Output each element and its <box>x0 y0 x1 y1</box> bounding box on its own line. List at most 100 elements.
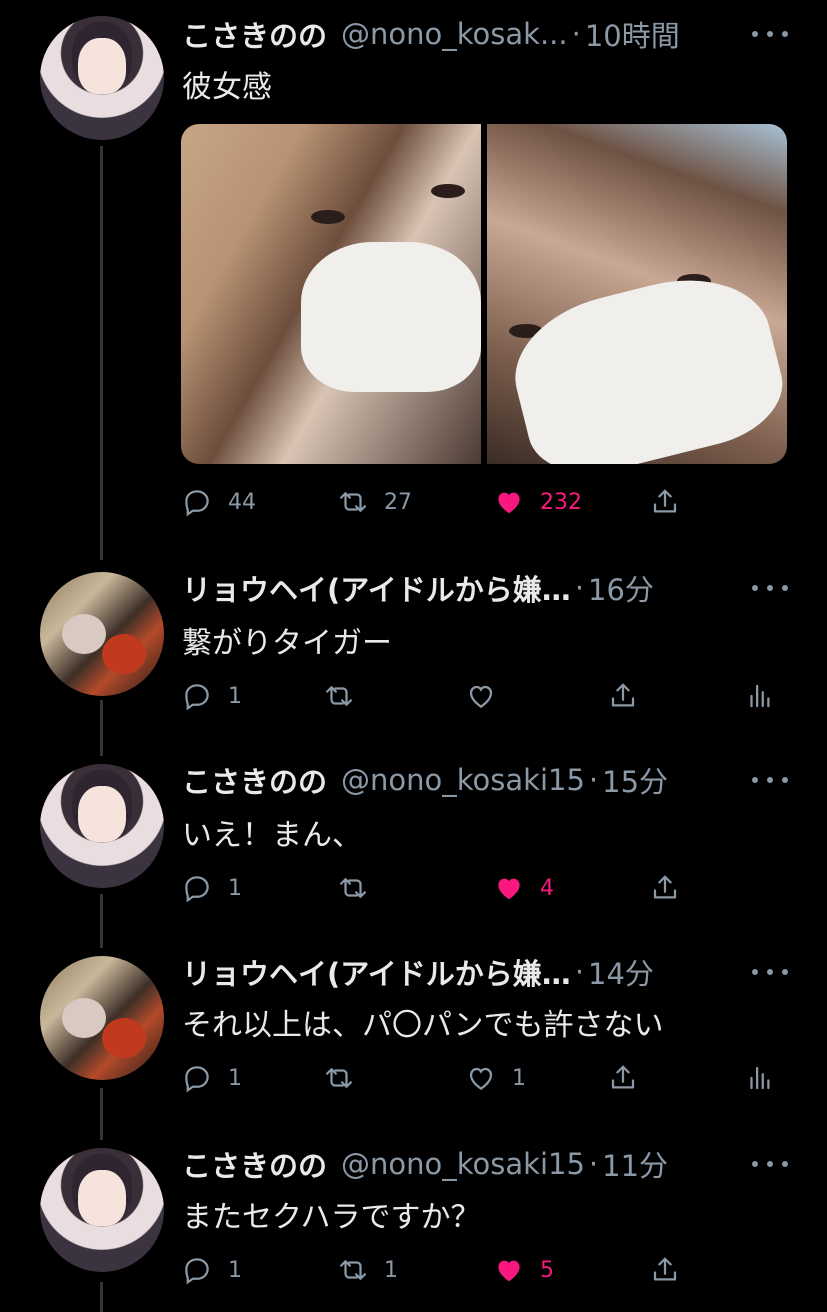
share-button[interactable] <box>608 676 638 716</box>
more-icon[interactable] <box>752 962 788 982</box>
tweet-text: いえ！まん、 <box>182 818 362 853</box>
photo[interactable] <box>487 124 787 464</box>
retweet-count: 1 <box>384 1257 398 1283</box>
retweet-icon <box>326 1068 352 1088</box>
tweet-header: こさきのの @nono_kosaki15 · 15分 <box>182 760 668 800</box>
separator-dot: · <box>588 1147 599 1181</box>
like-button[interactable]: 232 <box>494 482 582 522</box>
more-icon[interactable] <box>752 24 788 44</box>
username[interactable]: @nono_kosaki15 <box>341 1147 585 1181</box>
username[interactable]: @nono_kosak... <box>341 17 568 51</box>
tweet-text: またセクハラですか？ <box>182 1200 481 1235</box>
like-button[interactable]: 4 <box>494 868 554 908</box>
retweet-button[interactable] <box>324 676 354 716</box>
reply-icon <box>185 876 209 903</box>
tweet[interactable]: リョウヘイ(アイドルから嫌… · 14分 それ以上は、パ〇パンでも許さない 1 … <box>0 948 827 1142</box>
like-count: 5 <box>540 1257 554 1283</box>
avatar[interactable] <box>40 16 164 140</box>
action-bar: 1 4 <box>182 868 782 908</box>
reply-icon <box>185 1066 209 1093</box>
heart-icon <box>469 685 493 708</box>
tweet-header: リョウヘイ(アイドルから嫌… · 14分 <box>182 952 654 992</box>
separator-dot: · <box>588 763 599 797</box>
like-button[interactable] <box>466 676 496 716</box>
retweet-icon <box>326 686 352 706</box>
like-count: 232 <box>540 489 582 515</box>
like-button[interactable]: 1 <box>466 1058 526 1098</box>
analytics-button[interactable] <box>744 1058 774 1098</box>
reply-icon <box>185 490 209 517</box>
retweet-button[interactable]: 1 <box>338 1250 398 1290</box>
avatar[interactable] <box>40 956 164 1080</box>
analytics-icon <box>750 1066 770 1090</box>
share-icon <box>611 683 635 707</box>
timestamp[interactable]: 16分 <box>588 567 654 609</box>
retweet-count: 27 <box>384 489 412 515</box>
like-button[interactable]: 5 <box>494 1250 554 1290</box>
heart-icon <box>498 878 520 900</box>
tweet-header: こさきのの @nono_kosak... · 10時間 <box>182 14 680 54</box>
display-name[interactable]: こさきのの <box>182 1143 327 1185</box>
avatar[interactable] <box>40 1148 164 1272</box>
share-button[interactable] <box>608 1058 638 1098</box>
reply-button[interactable]: 1 <box>182 1250 242 1290</box>
more-icon[interactable] <box>752 578 788 598</box>
analytics-button[interactable] <box>744 676 774 716</box>
media-grid <box>181 124 787 464</box>
retweet-icon <box>340 492 366 512</box>
display-name[interactable]: こさきのの <box>182 759 327 801</box>
timestamp[interactable]: 10時間 <box>585 13 680 55</box>
heart-icon <box>498 1260 520 1282</box>
action-bar: 44 27 232 <box>182 482 782 522</box>
separator-dot: · <box>571 17 581 51</box>
share-button[interactable] <box>650 482 680 522</box>
reply-count: 1 <box>228 875 242 901</box>
photo[interactable] <box>181 124 481 464</box>
display-name[interactable]: リョウヘイ(アイドルから嫌… <box>182 567 571 609</box>
reply-icon <box>185 684 209 711</box>
timestamp[interactable]: 14分 <box>588 951 654 993</box>
more-icon[interactable] <box>752 770 788 790</box>
share-icon <box>611 1065 635 1089</box>
username[interactable]: @nono_kosaki15 <box>341 763 585 797</box>
share-icon <box>653 1257 677 1281</box>
avatar[interactable] <box>40 572 164 696</box>
reply-button[interactable]: 1 <box>182 676 242 716</box>
share-button[interactable] <box>650 1250 680 1290</box>
reply-count: 1 <box>228 1065 242 1091</box>
timestamp[interactable]: 15分 <box>602 759 668 801</box>
photo-detail <box>301 242 481 392</box>
tweet[interactable]: こさきのの @nono_kosaki15 · 15分 いえ！まん、 1 4 <box>0 754 827 948</box>
tweet[interactable]: リョウヘイ(アイドルから嫌… · 16分 繋がりタイガー 1 <box>0 560 827 754</box>
action-bar: 1 <box>182 676 782 716</box>
display-name[interactable]: リョウヘイ(アイドルから嫌… <box>182 951 571 993</box>
separator-dot: · <box>574 955 585 989</box>
reply-button[interactable]: 44 <box>182 482 256 522</box>
share-button[interactable] <box>650 868 680 908</box>
retweet-icon <box>340 1260 366 1280</box>
tweet-header: リョウヘイ(アイドルから嫌… · 16分 <box>182 568 654 608</box>
heart-icon <box>498 492 520 514</box>
retweet-button[interactable] <box>338 868 368 908</box>
like-count: 1 <box>512 1065 526 1091</box>
retweet-button[interactable] <box>324 1058 354 1098</box>
tweet-text: 繋がりタイガー <box>182 626 392 661</box>
share-icon <box>653 875 677 899</box>
reply-button[interactable]: 1 <box>182 1058 242 1098</box>
photo-detail <box>311 210 345 224</box>
reply-button[interactable]: 1 <box>182 868 242 908</box>
display-name[interactable]: こさきのの <box>182 13 327 55</box>
avatar[interactable] <box>40 764 164 888</box>
reply-count: 1 <box>228 683 242 709</box>
more-icon[interactable] <box>752 1154 788 1174</box>
tweet-text: 彼女感 <box>182 70 272 105</box>
retweet-button[interactable]: 27 <box>338 482 412 522</box>
timestamp[interactable]: 11分 <box>602 1143 668 1185</box>
tweet[interactable]: こさきのの @nono_kosaki15 · 11分 またセクハラですか？ 1 … <box>0 1142 827 1312</box>
tweet-header: こさきのの @nono_kosaki15 · 11分 <box>182 1144 668 1184</box>
tweet[interactable]: こさきのの @nono_kosak... · 10時間 彼女感 44 27 23… <box>0 0 827 560</box>
share-icon <box>653 489 677 513</box>
photo-detail <box>431 184 465 198</box>
action-bar: 1 1 <box>182 1058 782 1098</box>
tweet-text: それ以上は、パ〇パンでも許さない <box>182 1008 664 1043</box>
